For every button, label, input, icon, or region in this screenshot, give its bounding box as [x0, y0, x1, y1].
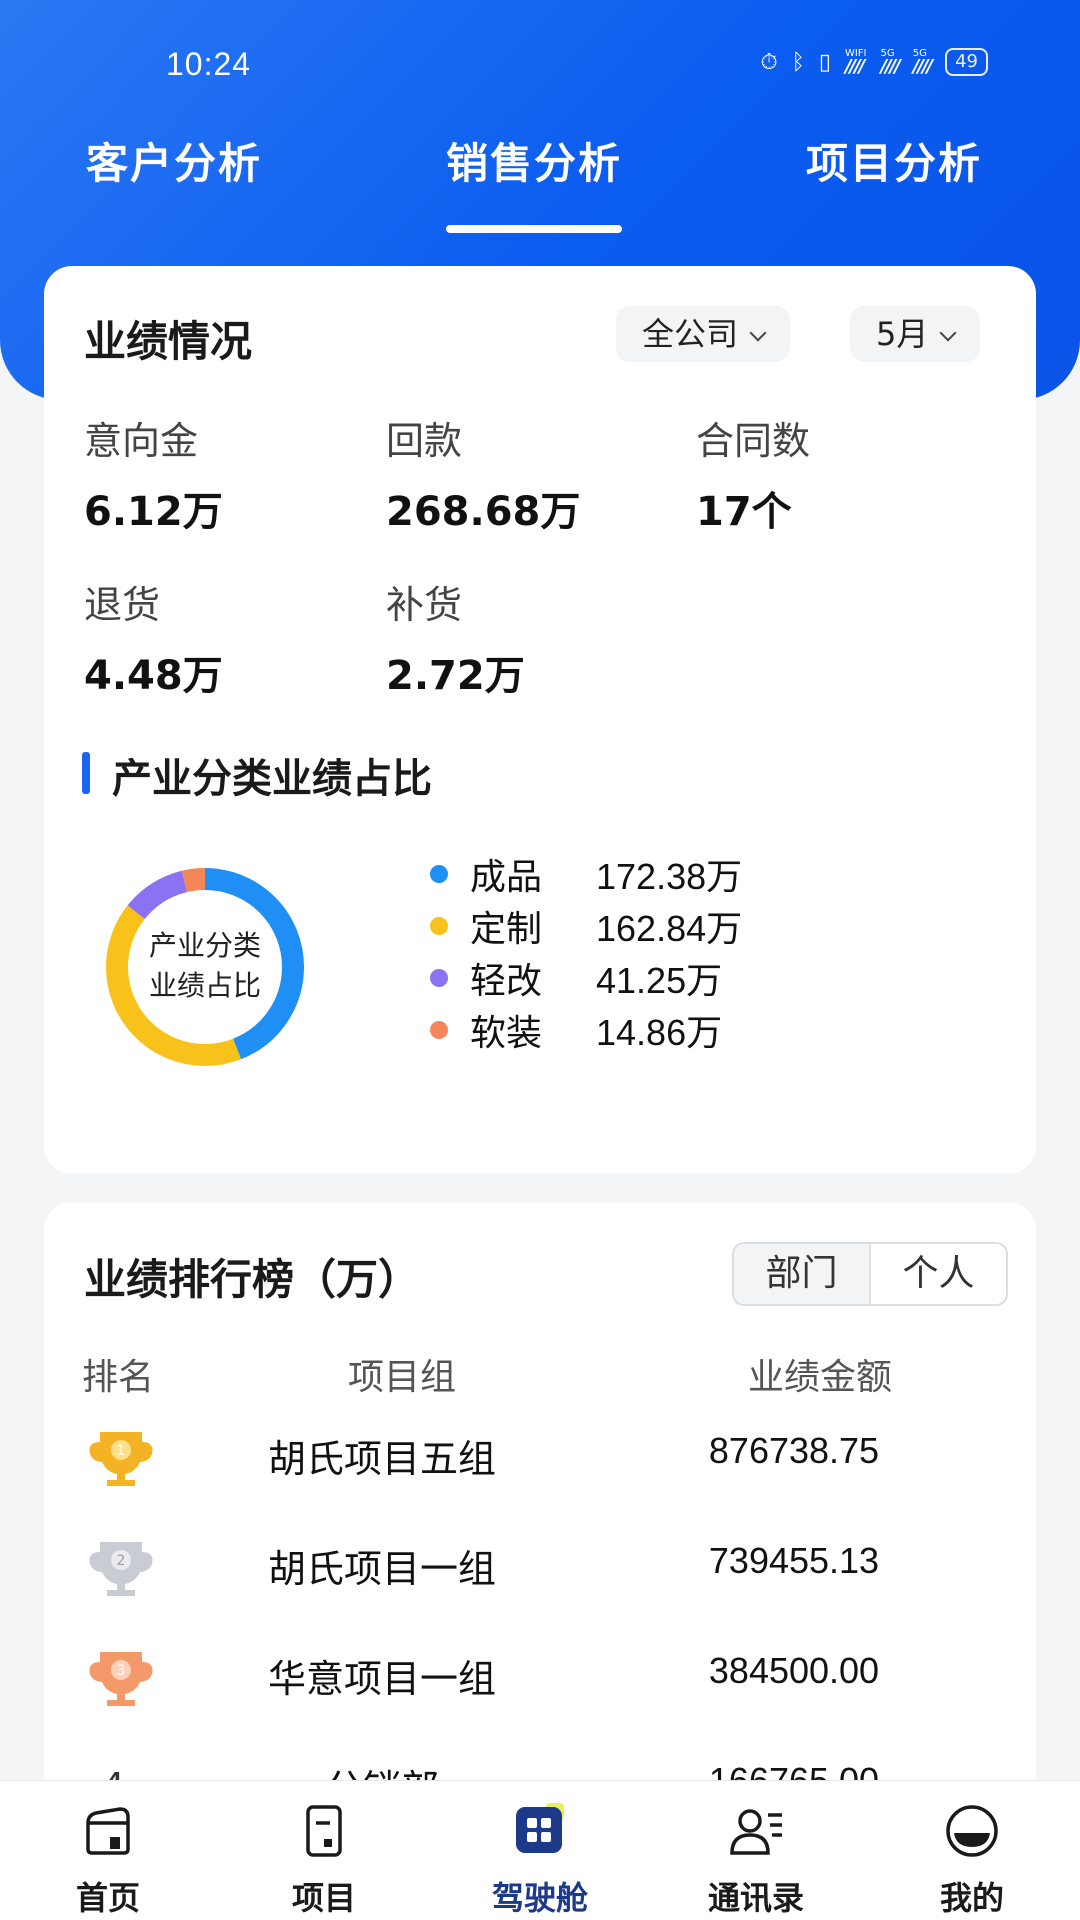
ranking-card: 业绩排行榜（万） 部门 个人 排名 项目组 业绩金额 1 胡氏项目五组 8767…	[44, 1202, 1036, 1811]
row-amount: 384500.00	[708, 1650, 880, 1691]
row-amount: 739455.13	[708, 1540, 880, 1581]
legend-item: 定制 162.84万	[430, 900, 742, 952]
legend-item: 成品 172.38万	[430, 848, 742, 900]
legend-name: 定制	[470, 909, 543, 950]
status-icons: ⏱ ᛒ ▯ WIFI//// 5G//// 5G//// 49	[760, 48, 988, 76]
header-group: 项目组	[348, 1357, 457, 1398]
ranking-title: 业绩排行榜（万）	[84, 1255, 421, 1304]
home-icon	[86, 1807, 130, 1855]
signal-icon: 5G////	[912, 48, 933, 77]
metric-intent-deposit: 意向金 6.12万	[84, 410, 223, 537]
nav-project[interactable]: 项目	[244, 1803, 404, 1919]
chevron-down-icon	[939, 324, 957, 342]
metric-label: 合同数	[696, 419, 811, 463]
vibrate-icon: ▯	[818, 49, 831, 75]
silver-trophy-icon: 2	[89, 1542, 153, 1596]
legend-value: 162.84万	[596, 908, 743, 949]
donut-legend: 成品 172.38万 定制 162.84万 轻改 41.25万 软装 14.86…	[430, 848, 742, 1056]
legend-item: 轻改 41.25万	[430, 952, 742, 1004]
legend-dot	[430, 969, 448, 987]
metric-contract-count: 合同数 17个	[696, 410, 810, 537]
nav-profile[interactable]: 我的	[892, 1803, 1052, 1919]
metric-restock: 补货 2.72万	[386, 574, 525, 701]
bronze-trophy-icon: 3	[89, 1652, 153, 1706]
metric-label: 回款	[386, 419, 463, 463]
row-group: 胡氏项目一组	[267, 1547, 496, 1591]
chevron-down-icon	[749, 324, 767, 342]
legend-dot	[430, 1021, 448, 1039]
month-dropdown-label: 5月	[876, 315, 929, 353]
metric-returns: 退货 4.48万	[84, 574, 223, 701]
legend-value: 172.38万	[596, 856, 743, 897]
segment-person[interactable]: 个人	[871, 1244, 1006, 1304]
nav-label: 首页	[75, 1879, 140, 1917]
signal-icon: 5G////	[880, 48, 901, 77]
top-tabs: 客户分析 销售分析 项目分析	[0, 130, 1080, 233]
performance-card: 业绩情况 全公司 5月 意向金 6.12万 回款 268.68万 合同数 17个…	[44, 266, 1036, 1174]
svg-text:1: 1	[117, 1443, 126, 1459]
status-bar: 10:24 ⏱ ᛒ ▯ WIFI//// 5G//// 5G//// 49	[0, 40, 1080, 92]
row-group: 华意项目一组	[267, 1657, 496, 1701]
nav-label: 项目	[291, 1879, 356, 1917]
legend-dot	[430, 917, 448, 935]
nav-home[interactable]: 首页	[28, 1803, 188, 1919]
legend-item: 软装 14.86万	[430, 1004, 742, 1056]
performance-title: 业绩情况	[84, 317, 253, 366]
nav-label: 通讯录	[707, 1879, 804, 1917]
contacts-icon	[730, 1809, 782, 1855]
row-amount: 876738.75	[708, 1430, 880, 1471]
donut-center-label: 产业分类 业绩占比	[100, 926, 310, 1006]
bottom-nav: 首页 项目 驾驶舱 通讯录 我的	[0, 1780, 1080, 1920]
legend-value: 41.25万	[596, 960, 723, 1001]
nav-label: 驾驶舱	[491, 1879, 588, 1917]
header-amount: 业绩金额	[748, 1357, 893, 1398]
legend-dot	[430, 865, 448, 883]
battery-icon: 49	[945, 48, 988, 76]
nav-dashboard[interactable]: 驾驶舱	[460, 1803, 620, 1919]
metric-value: 268.68万	[386, 489, 581, 535]
wifi-icon: WIFI////	[844, 48, 867, 77]
bluetooth-icon: ᛒ	[791, 49, 805, 75]
row-group: 胡氏项目五组	[267, 1437, 496, 1481]
nav-label: 我的	[939, 1879, 1004, 1917]
gold-trophy-icon: 1	[89, 1432, 153, 1486]
table-row[interactable]: 1 胡氏项目五组 876738.75	[44, 1418, 1036, 1518]
metric-label: 意向金	[84, 419, 199, 463]
status-time: 10:24	[166, 46, 252, 82]
metric-value: 6.12万	[84, 489, 223, 535]
table-row[interactable]: 2 胡氏项目一组 739455.13	[44, 1528, 1036, 1628]
nav-contacts[interactable]: 通讯录	[676, 1803, 836, 1919]
metric-value: 2.72万	[386, 653, 525, 699]
profile-icon	[946, 1805, 998, 1857]
tab-customer-analysis[interactable]: 客户分析	[86, 130, 262, 191]
segment-department[interactable]: 部门	[734, 1244, 871, 1304]
svg-text:2: 2	[117, 1553, 126, 1569]
alarm-icon: ⏱	[760, 49, 778, 75]
legend-name: 轻改	[470, 961, 543, 1002]
donut-label-line: 业绩占比	[148, 969, 261, 1002]
scope-dropdown[interactable]: 全公司	[616, 306, 791, 362]
metric-value: 17个	[696, 489, 792, 535]
scope-dropdown-label: 全公司	[642, 315, 739, 353]
svg-text:3: 3	[117, 1663, 126, 1679]
tab-sales-analysis[interactable]: 销售分析	[446, 130, 623, 233]
metric-payment-received: 回款 268.68万	[386, 410, 580, 537]
industry-share-title: 产业分类业绩占比	[82, 746, 432, 804]
ranking-segment-control: 部门 个人	[732, 1242, 1008, 1306]
metric-value: 4.48万	[84, 653, 223, 699]
legend-value: 14.86万	[596, 1012, 723, 1053]
project-icon	[306, 1805, 342, 1857]
dashboard-icon	[516, 1803, 564, 1853]
legend-name: 软装	[470, 1013, 543, 1054]
donut-label-line: 产业分类	[148, 929, 261, 962]
tab-project-analysis[interactable]: 项目分析	[806, 130, 982, 191]
table-row[interactable]: 3 华意项目一组 384500.00	[44, 1638, 1036, 1738]
header-rank: 排名	[82, 1357, 155, 1398]
legend-name: 成品	[470, 857, 543, 898]
month-dropdown[interactable]: 5月	[850, 306, 981, 362]
metric-label: 退货	[84, 583, 161, 627]
metric-label: 补货	[386, 583, 463, 627]
